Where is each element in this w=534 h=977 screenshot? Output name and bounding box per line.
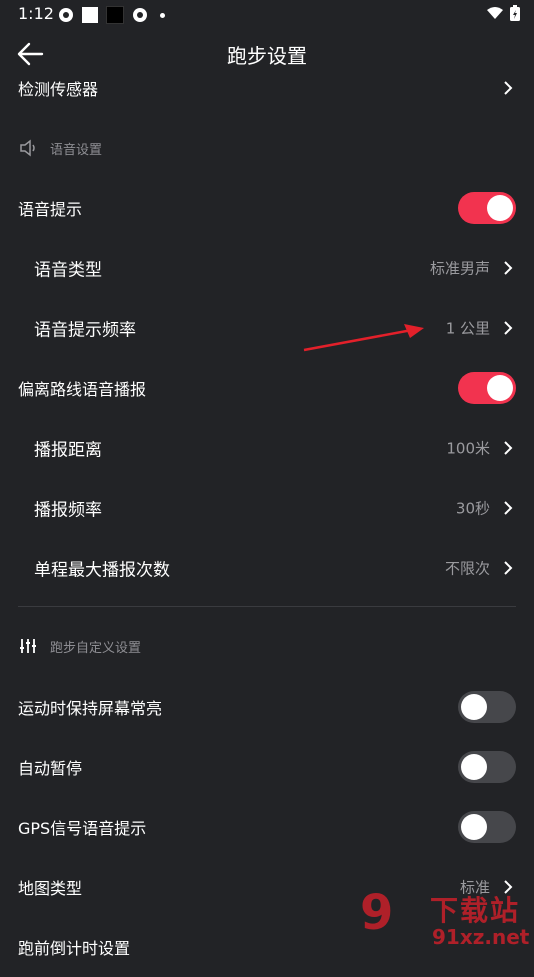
toggle-knob [461,694,487,720]
row-label: 播报频率 [34,500,102,521]
section-title: 跑步自定义设置 [50,641,142,656]
divider [18,606,516,607]
section-voice-settings: 语音设置 [0,128,534,168]
square-white-icon [82,7,98,23]
row-max-reports[interactable]: 单程最大播报次数 不限次 [0,538,534,598]
row-report-frequency[interactable]: 播报频率 30秒 [0,478,534,538]
status-time: 1:12 [18,4,54,23]
more-notifications-dot [160,12,165,18]
square-black-icon [106,6,124,24]
chevron-right-icon [504,261,513,275]
row-label: 语音提示频率 [34,320,136,341]
auto-pause-toggle[interactable] [458,751,516,783]
row-value: 1 公里 [445,319,490,338]
row-value: 30秒 [455,499,490,518]
chevron-right-icon [504,321,513,335]
row-label: 自动暂停 [18,759,83,778]
row-voice-frequency[interactable]: 语音提示频率 1 公里 [0,298,534,358]
row-label: 语音类型 [34,260,102,281]
battery-icon [510,5,520,21]
toggle-knob [487,375,513,401]
row-value: 100米 [446,439,490,458]
row-keep-screen-on: 运动时保持屏幕常亮 [0,677,534,737]
chevron-right-icon [504,441,513,455]
row-label: 跑前倒计时设置 [18,939,131,958]
row-report-distance[interactable]: 播报距离 100米 [0,418,534,478]
watermark-logo: 9 下载站 91xz.net [360,885,534,950]
toggle-knob [487,195,513,221]
row-gps-voice: GPS信号语音提示 [0,797,534,857]
row-label: 检测传感器 [18,80,99,99]
toggle-knob [461,754,487,780]
chevron-right-icon [504,501,513,515]
row-label: 运动时保持屏幕常亮 [18,699,163,718]
keep-screen-toggle[interactable] [458,691,516,723]
row-label: 偏离路线语音播报 [18,380,147,399]
notification-icons [58,6,165,24]
deviation-voice-toggle[interactable] [458,372,516,404]
row-label: GPS信号语音提示 [18,819,147,838]
aperture-icon [59,8,73,22]
annotation-arrow-icon [303,324,424,352]
row-voice-type[interactable]: 语音类型 标准男声 [0,238,534,298]
sliders-icon [20,639,36,653]
gps-voice-toggle[interactable] [458,811,516,843]
watermark-url: 91xz.net [432,925,530,949]
row-label: 单程最大播报次数 [34,560,170,581]
watermark-big: 9 [360,885,394,941]
row-value: 标准男声 [429,259,490,278]
toggle-knob [461,814,487,840]
status-bar: 1:12 [0,0,534,28]
row-value: 不限次 [444,559,490,578]
row-sensor[interactable]: 检测传感器 [0,58,534,118]
row-label: 地图类型 [18,879,83,898]
section-custom-settings: 跑步自定义设置 [0,626,534,666]
watermark-sub: 下载站 [430,894,521,927]
voice-prompt-toggle[interactable] [458,192,516,224]
speaker-icon [20,139,35,157]
row-label: 播报距离 [34,440,102,461]
row-auto-pause: 自动暂停 [0,737,534,797]
chevron-right-icon [504,81,513,95]
wifi-icon [487,7,503,19]
system-icons [486,5,520,21]
section-title: 语音设置 [50,143,103,158]
aperture-icon [133,8,147,22]
row-deviation-voice: 偏离路线语音播报 [0,358,534,418]
row-voice-prompt: 语音提示 [0,178,534,238]
row-label: 语音提示 [18,200,83,219]
chevron-right-icon [504,561,513,575]
